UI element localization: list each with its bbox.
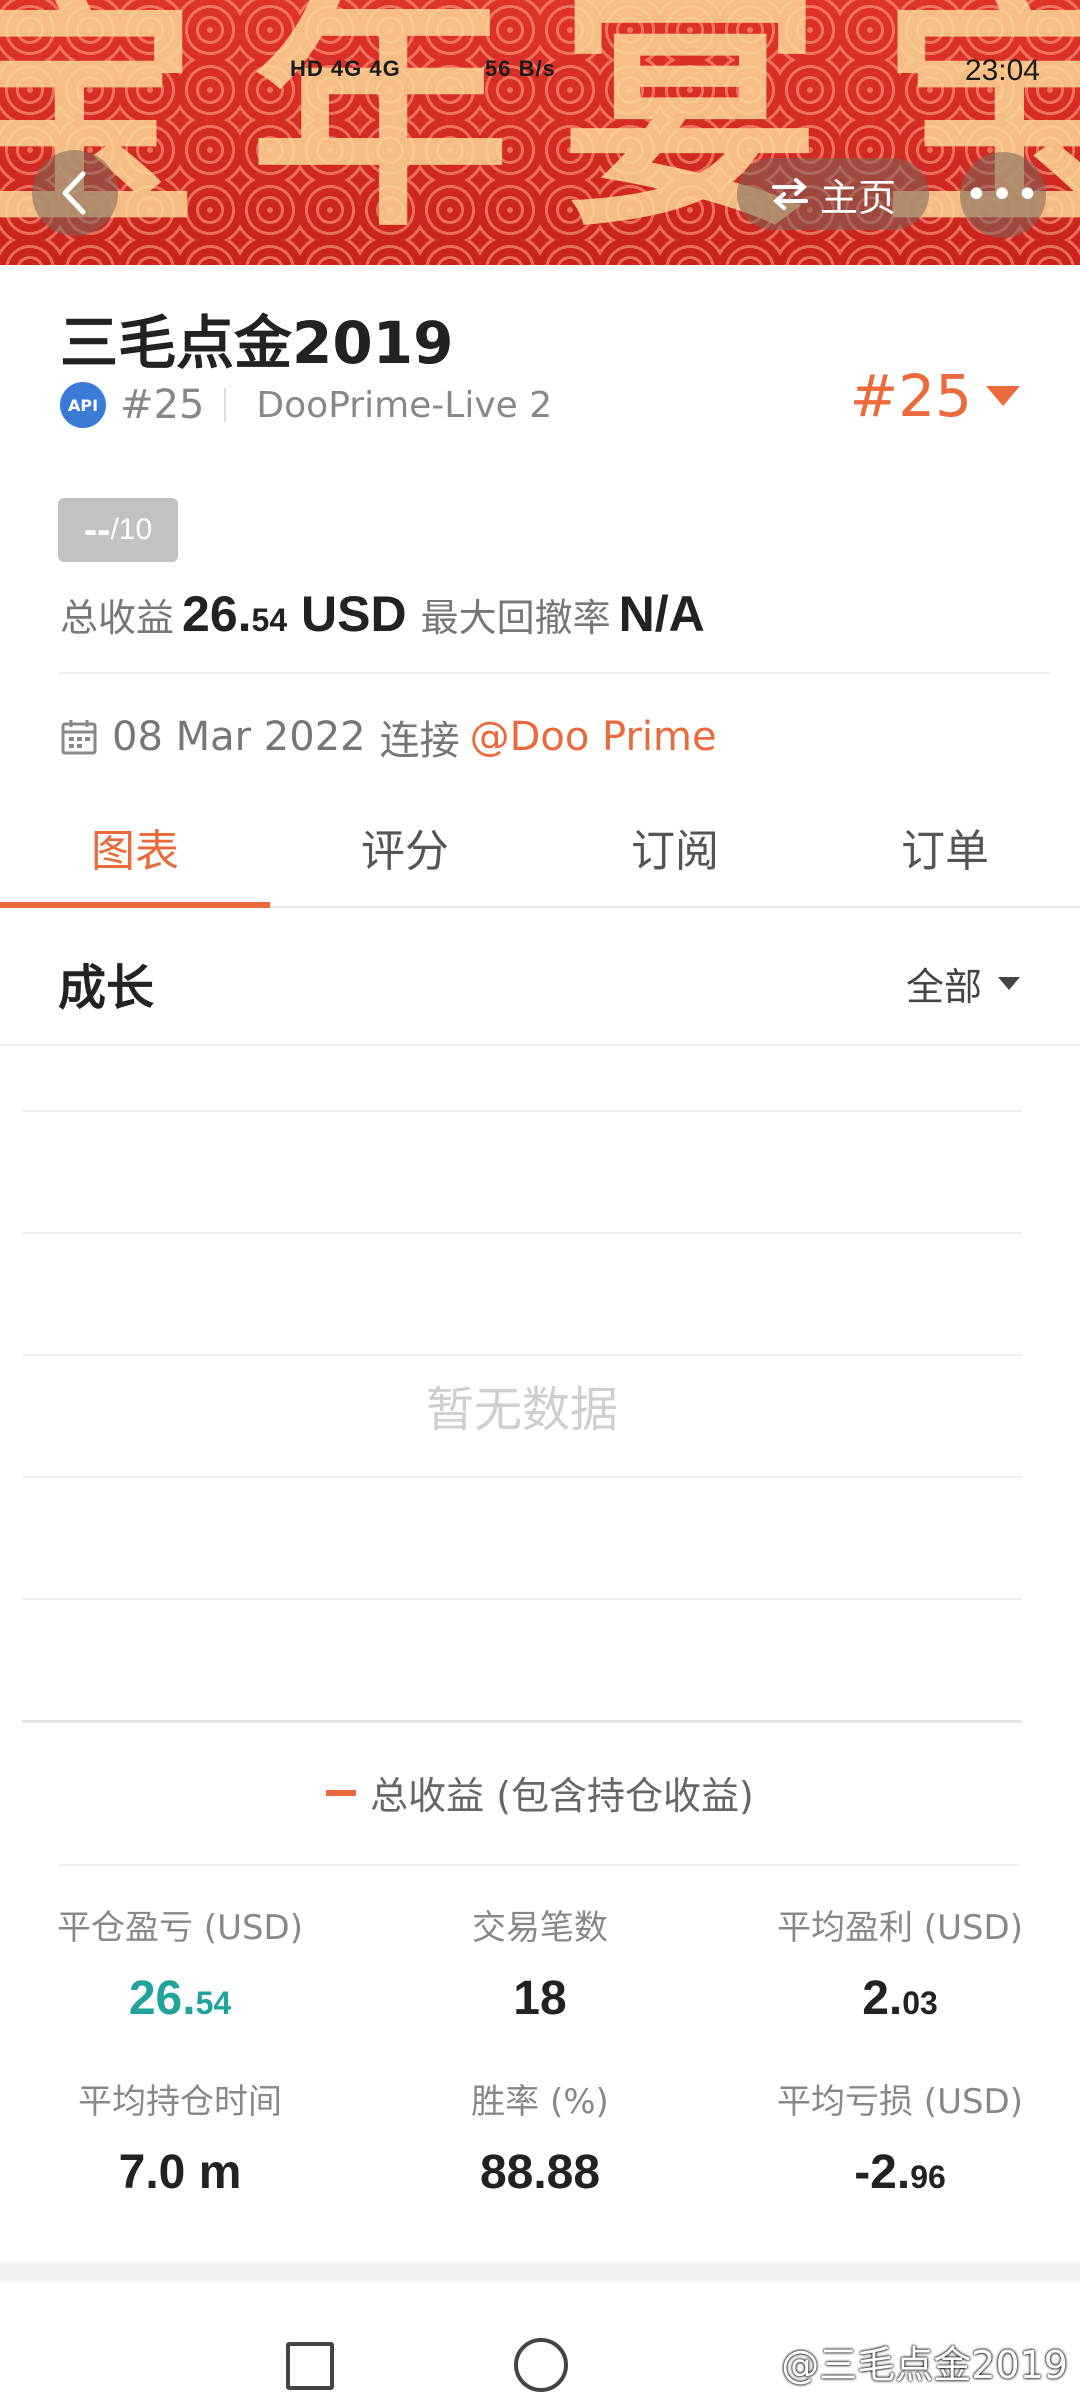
stat-label: 平仓盈亏 (USD) bbox=[57, 1908, 303, 1948]
home-button[interactable]: 主页 bbox=[737, 158, 929, 230]
range-filter-label: 全部 bbox=[905, 965, 982, 1009]
rank-value: #25 bbox=[849, 362, 972, 430]
connect-info: 08 Mar 2022 连接 @Doo Prime bbox=[60, 708, 717, 766]
drawdown-label: 最大回撤率 bbox=[420, 596, 611, 640]
range-filter-dropdown[interactable]: 全部 bbox=[906, 956, 1020, 1011]
score-value: -- bbox=[83, 507, 111, 552]
stat-value: 88.88 bbox=[479, 2146, 601, 2199]
chart-legend: 总收益 (包含持仓收益) bbox=[0, 1765, 1080, 1820]
caret-down-icon bbox=[986, 386, 1020, 406]
back-arrow-icon bbox=[62, 171, 86, 215]
stat-closed-pnl: 平仓盈亏 (USD) 26.54 bbox=[0, 1900, 360, 2026]
banner-calligraphy: 年 bbox=[250, 0, 510, 262]
rank-dropdown[interactable]: #25 bbox=[850, 362, 1020, 430]
drawdown-value: N/A bbox=[618, 586, 705, 642]
back-button[interactable] bbox=[32, 150, 118, 236]
more-icon: ••• bbox=[964, 172, 1042, 218]
stat-label: 交易笔数 bbox=[472, 1908, 608, 1948]
trader-name: 三毛点金2019 bbox=[60, 309, 454, 377]
divider bbox=[0, 2262, 1080, 2282]
stat-avg-loss: 平均亏损 (USD) -2.96 bbox=[720, 2074, 1080, 2200]
growth-title: 成长 bbox=[58, 960, 155, 1016]
stat-label: 胜率 (%) bbox=[471, 2082, 609, 2122]
watermark: @三毛点金2019 bbox=[781, 2343, 1068, 2387]
stat-value: 26.54 bbox=[128, 1972, 232, 2025]
status-bar: HD 4G 4G 56 B/s 23:04 bbox=[0, 48, 1080, 108]
stat-trade-count: 交易笔数 18 bbox=[360, 1900, 720, 2026]
chart-baseline bbox=[22, 1720, 1022, 1723]
stat-value: 18 bbox=[513, 1972, 567, 2025]
connect-label: 连接 bbox=[379, 718, 460, 764]
chart-gridline bbox=[22, 1598, 1022, 1600]
api-icon: API bbox=[60, 382, 106, 428]
total-profit-value: 26.54 USD bbox=[182, 586, 407, 642]
trader-subline: API #25 DooPrime-Live 2 bbox=[60, 380, 552, 430]
chart-gridline bbox=[22, 1354, 1022, 1356]
growth-chart: 暂无数据 bbox=[22, 1040, 1022, 1723]
recents-button[interactable] bbox=[286, 2342, 334, 2390]
header-banner: 宝 年 宴 宝 HD 4G 4G 56 B/s 23:04 主页 ••• bbox=[0, 0, 1080, 265]
stat-avg-profit: 平均盈利 (USD) 2.03 bbox=[720, 1900, 1080, 2026]
stat-value: -2.96 bbox=[854, 2146, 946, 2199]
broker-link[interactable]: @Doo Prime bbox=[470, 714, 717, 760]
stat-label: 平均亏损 (USD) bbox=[777, 2082, 1023, 2122]
score-badge: -- /10 bbox=[58, 498, 178, 562]
divider bbox=[224, 388, 227, 422]
tab-rating[interactable]: 评分 bbox=[270, 788, 540, 906]
stat-label: 平均持仓时间 bbox=[78, 2082, 282, 2122]
server-name: DooPrime-Live 2 bbox=[256, 384, 553, 426]
legend-swatch bbox=[326, 1789, 357, 1796]
chart-gridline bbox=[22, 1476, 1022, 1478]
network-speed: 56 B/s bbox=[485, 56, 556, 81]
divider bbox=[58, 672, 1050, 674]
connect-date: 08 Mar 2022 bbox=[112, 714, 366, 760]
stat-win-rate: 胜率 (%) 88.88 bbox=[360, 2074, 720, 2200]
home-nav-button[interactable] bbox=[514, 2338, 568, 2392]
more-button[interactable]: ••• bbox=[960, 152, 1046, 238]
summary-metrics: 总收益 26.54 USD 最大回撤率 N/A bbox=[60, 585, 719, 643]
clock: 23:04 bbox=[964, 54, 1040, 87]
total-profit-label: 总收益 bbox=[60, 596, 175, 640]
growth-header: 成长 全部 bbox=[0, 908, 1080, 1046]
switch-icon bbox=[771, 178, 808, 210]
stat-avg-hold-time: 平均持仓时间 7.0 m bbox=[0, 2074, 360, 2200]
tab-subscribe[interactable]: 订阅 bbox=[540, 788, 810, 906]
tab-orders[interactable]: 订单 bbox=[810, 788, 1080, 906]
network-status: HD 4G 4G bbox=[290, 56, 401, 81]
legend-label: 总收益 (包含持仓收益) bbox=[370, 1774, 754, 1818]
tab-chart[interactable]: 图表 bbox=[0, 788, 270, 908]
divider bbox=[58, 1864, 1020, 1866]
chart-gridline bbox=[22, 1110, 1022, 1112]
score-max: /10 bbox=[110, 513, 153, 546]
calendar-icon bbox=[61, 720, 97, 755]
chart-gridline bbox=[22, 1232, 1022, 1234]
system-nav-bar: @三毛点金2019 bbox=[0, 2282, 1080, 2400]
stat-label: 平均盈利 (USD) bbox=[777, 1908, 1023, 1948]
rank-id: #25 bbox=[120, 382, 205, 428]
home-button-label: 主页 bbox=[819, 175, 896, 220]
stat-value: 2.03 bbox=[862, 1972, 938, 2025]
tab-bar: 图表 评分 订阅 订单 bbox=[0, 788, 1080, 908]
caret-down-icon bbox=[998, 977, 1020, 990]
stat-value: 7.0 m bbox=[118, 2146, 242, 2199]
empty-state-text: 暂无数据 bbox=[425, 1382, 618, 1438]
